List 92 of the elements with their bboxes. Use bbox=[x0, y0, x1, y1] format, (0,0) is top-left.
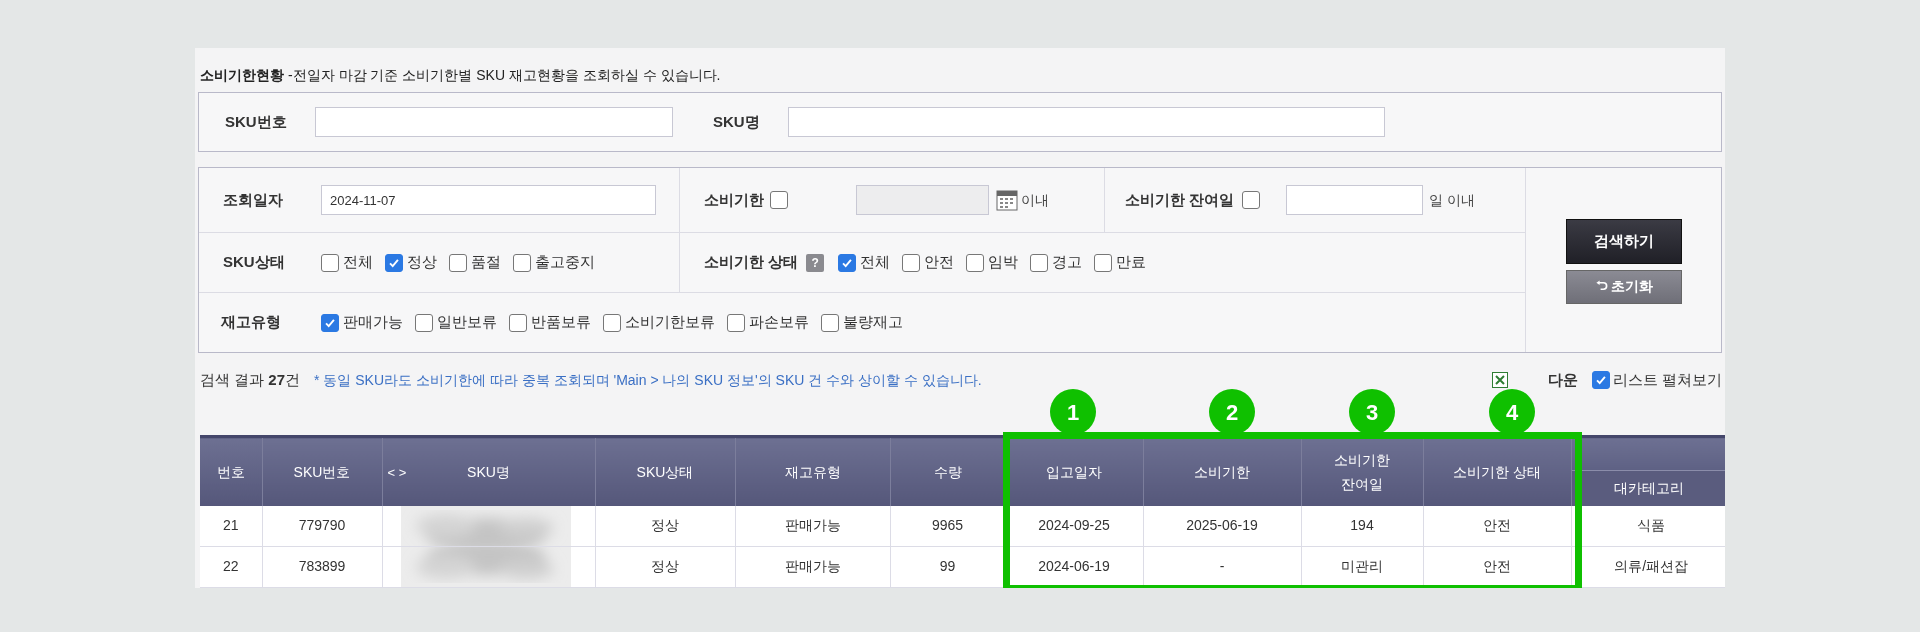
field-label: 재고유형 bbox=[221, 312, 282, 333]
reset-button[interactable]: 초기화 bbox=[1565, 269, 1682, 304]
table-cell: 2024-09-25 bbox=[1005, 505, 1143, 546]
table-cell: 안전 bbox=[1423, 505, 1571, 546]
option-label: 파손보류 bbox=[749, 312, 809, 333]
checkbox[interactable] bbox=[1094, 253, 1113, 272]
table-cell: 2025-06-19 bbox=[1143, 505, 1301, 546]
page-title: 소비기한현황 bbox=[200, 65, 284, 85]
option-label: 만료 bbox=[1116, 252, 1147, 273]
field-label: 소비기한 잔여일 bbox=[1125, 189, 1235, 210]
input-field[interactable] bbox=[1286, 185, 1424, 215]
option-label: 불량재고 bbox=[843, 312, 903, 333]
table-cell: 779790 bbox=[262, 505, 382, 546]
checkbox[interactable] bbox=[1591, 371, 1610, 389]
number-badge: 3 bbox=[1349, 389, 1395, 435]
input-field[interactable]: 2024-11-07 bbox=[321, 185, 656, 215]
column-header[interactable]: SKU상태 bbox=[595, 436, 735, 506]
table-cell: 22 bbox=[200, 546, 262, 587]
excel-download-link[interactable]: 다운 bbox=[1491, 368, 1578, 392]
table-cell: 194 bbox=[1301, 505, 1423, 546]
column-header[interactable]: SKU번호 bbox=[262, 436, 382, 506]
input-field[interactable] bbox=[788, 107, 1385, 137]
option-label: 판매가능 bbox=[343, 312, 403, 333]
checkbox[interactable] bbox=[321, 253, 339, 272]
option-label: 일반보류 bbox=[437, 312, 497, 333]
option-label: 경고 bbox=[1052, 252, 1083, 273]
sort-arrows-icon[interactable]: < > bbox=[387, 461, 407, 485]
search-button[interactable]: 검색하기 bbox=[1565, 218, 1682, 264]
result-count: 검색 결과 27건 bbox=[200, 369, 301, 390]
table-cell: 21 bbox=[200, 505, 262, 546]
column-header[interactable]: 소비기한 잔여일 bbox=[1301, 436, 1423, 506]
table-cell: 미관리 bbox=[1301, 546, 1423, 587]
field-label: SKU번호 bbox=[225, 111, 288, 132]
table-cell: 판매가능 bbox=[735, 505, 890, 546]
checkbox[interactable] bbox=[727, 313, 745, 332]
table-cell: 99 bbox=[890, 546, 1005, 587]
table-cell: 의류/패션잡 bbox=[1571, 546, 1725, 587]
option-label: 안전 bbox=[924, 252, 955, 273]
checkbox[interactable] bbox=[603, 313, 621, 332]
field-label: SKU명 bbox=[713, 111, 761, 132]
checkbox[interactable] bbox=[902, 253, 921, 272]
option-label: 전체 bbox=[343, 252, 373, 273]
checkbox[interactable] bbox=[321, 313, 339, 332]
field-label: 조회일자 bbox=[223, 189, 284, 210]
checkbox[interactable] bbox=[1242, 191, 1261, 209]
result-note: * 동일 SKU라도 소비기한에 따라 중복 조회되며 'Main > 나의 SKU 정보'의 SKU 건 수와 상이할 수 있습니다. bbox=[314, 370, 982, 390]
option-label: 정상 bbox=[407, 252, 437, 273]
calendar-icon[interactable] bbox=[996, 189, 1018, 211]
number-badge: 2 bbox=[1209, 389, 1255, 435]
checkbox[interactable] bbox=[1030, 253, 1049, 272]
table-cell: 정상 bbox=[595, 505, 735, 546]
checkbox[interactable] bbox=[385, 253, 403, 272]
checkbox[interactable] bbox=[821, 313, 839, 332]
help-icon[interactable]: ? bbox=[806, 253, 825, 272]
field-label: SKU상태 bbox=[223, 252, 286, 273]
column-header[interactable]: 소비기한 bbox=[1143, 436, 1301, 506]
undo-icon bbox=[1594, 280, 1608, 293]
table-cell: 9965 bbox=[890, 505, 1005, 546]
table-cell: 식품 bbox=[1571, 505, 1725, 546]
column-header[interactable]: SKU명 bbox=[467, 463, 510, 480]
checkbox[interactable] bbox=[966, 253, 985, 272]
checkbox[interactable] bbox=[838, 253, 857, 272]
table-cell: 정상 bbox=[595, 546, 735, 587]
checkbox[interactable] bbox=[770, 191, 788, 209]
checkbox[interactable] bbox=[509, 313, 527, 332]
option-label: 품절 bbox=[471, 252, 501, 273]
column-header[interactable]: 소비기한 상태 bbox=[1423, 436, 1571, 506]
table-cell: 783899 bbox=[262, 546, 382, 587]
checkbox[interactable] bbox=[415, 313, 433, 332]
input-field[interactable] bbox=[315, 107, 673, 137]
page-description: -전일자 마감 기준 소비기한별 SKU 재고현황을 조회하실 수 있습니다. bbox=[288, 65, 721, 85]
option-label: 소비기한보류 bbox=[625, 312, 715, 333]
option-label: 전체 bbox=[860, 252, 891, 273]
field-label: 소비기한 bbox=[704, 189, 764, 210]
table-cell: 안전 bbox=[1423, 546, 1571, 587]
table-cell: - bbox=[1143, 546, 1301, 587]
excel-icon bbox=[1491, 372, 1508, 388]
option-label: 임박 bbox=[988, 252, 1019, 273]
option-label: 출고중지 bbox=[535, 252, 595, 273]
option-label: 반품보류 bbox=[531, 312, 591, 333]
number-badge: 4 bbox=[1489, 389, 1535, 435]
checkbox[interactable] bbox=[449, 253, 467, 272]
column-header[interactable]: 재고유형 bbox=[735, 436, 890, 506]
column-header[interactable]: 수량 bbox=[890, 436, 1005, 506]
option-label: 리스트 펼쳐보기 bbox=[1612, 369, 1722, 390]
checkbox[interactable] bbox=[513, 253, 531, 272]
column-header[interactable]: 번호 bbox=[200, 436, 262, 506]
field-label: 소비기한 상태 bbox=[704, 252, 799, 273]
unit-label: 일 이내 bbox=[1429, 190, 1476, 210]
table-cell: 판매가능 bbox=[735, 546, 890, 587]
number-badge: 1 bbox=[1050, 389, 1096, 435]
unit-label: 이내 bbox=[1021, 190, 1049, 210]
